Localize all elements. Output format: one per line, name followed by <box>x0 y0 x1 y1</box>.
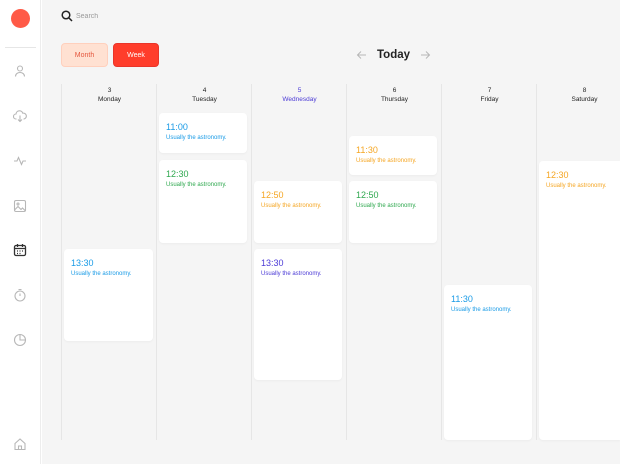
event-description: Usually the astronomy. <box>261 203 322 209</box>
week-view-button[interactable]: Week <box>113 43 159 67</box>
activity-icon[interactable] <box>13 154 27 168</box>
event-time: 11:30 <box>356 145 378 155</box>
today-button[interactable]: Today <box>377 49 410 61</box>
day-header: 7 Friday <box>442 87 537 105</box>
event-description: Usually the astronomy. <box>356 158 417 164</box>
app-logo[interactable] <box>11 9 30 28</box>
pie-chart-icon[interactable] <box>13 333 27 347</box>
event-card[interactable]: 12:30 Usually the astronomy. <box>539 161 620 440</box>
event-time: 12:50 <box>356 190 379 200</box>
day-name: Saturday <box>571 96 598 103</box>
day-header: 8 Saturday <box>537 87 620 105</box>
event-card[interactable]: 12:50 Usually the astronomy. <box>349 181 437 243</box>
day-name: Thursday <box>380 96 409 103</box>
date-navigation: Today <box>356 46 431 64</box>
day-number: 6 <box>392 87 397 94</box>
event-card[interactable]: 12:50 Usually the astronomy. <box>254 181 342 243</box>
sidebar-divider <box>5 47 36 48</box>
event-card[interactable]: 12:30 Usually the astronomy. <box>159 160 247 243</box>
image-icon[interactable] <box>13 199 27 213</box>
day-number: 5 <box>297 87 302 94</box>
day-number: 4 <box>202 87 207 94</box>
event-description: Usually the astronomy. <box>451 307 512 313</box>
day-name: Wednesday <box>282 96 317 103</box>
day-header-current: 5 Wednesday <box>252 87 347 105</box>
event-time: 12:30 <box>166 169 189 179</box>
week-grid: 3 Monday 4 Tuesday 5 Wednesday 6 Thursda… <box>61 84 620 440</box>
event-time: 13:30 <box>261 258 284 268</box>
event-description: Usually the astronomy. <box>261 271 322 277</box>
event-time: 12:50 <box>261 190 284 200</box>
event-time: 11:30 <box>451 294 473 304</box>
event-time: 11:00 <box>166 122 188 132</box>
event-card[interactable]: 11:30 Usually the astronomy. <box>444 285 532 440</box>
arrow-left-icon[interactable] <box>356 50 367 60</box>
user-icon[interactable] <box>13 64 27 78</box>
event-card[interactable]: 13:30 Usually the astronomy. <box>254 249 342 380</box>
calendar-icon[interactable] <box>13 243 27 257</box>
month-view-button[interactable]: Month <box>61 43 108 67</box>
event-time: 13:30 <box>71 258 94 268</box>
main-content: Month Week Today 3 Monday 4 Tuesday 5 We… <box>42 0 620 464</box>
day-name: Tuesday <box>192 96 217 103</box>
event-description: Usually the astronomy. <box>166 182 227 188</box>
event-description: Usually the astronomy. <box>546 183 607 189</box>
search-icon <box>61 10 73 22</box>
event-description: Usually the astronomy. <box>166 135 227 141</box>
event-time: 12:30 <box>546 170 569 180</box>
day-number: 3 <box>107 87 112 94</box>
sidebar <box>0 0 41 464</box>
cloud-download-icon[interactable] <box>13 109 27 123</box>
timer-icon[interactable] <box>13 288 27 302</box>
day-header: 4 Tuesday <box>157 87 252 105</box>
arrow-right-icon[interactable] <box>420 50 431 60</box>
event-card[interactable]: 11:00 Usually the astronomy. <box>159 113 247 153</box>
day-header: 3 Monday <box>62 87 157 105</box>
event-card[interactable]: 13:30 Usually the astronomy. <box>64 249 153 341</box>
day-header: 6 Thursday <box>347 87 442 105</box>
day-number: 8 <box>582 87 587 94</box>
day-name: Monday <box>97 96 122 103</box>
day-number: 7 <box>487 87 492 94</box>
home-icon[interactable] <box>13 437 27 451</box>
event-description: Usually the astronomy. <box>356 203 417 209</box>
search-input[interactable] <box>76 10 276 23</box>
event-description: Usually the astronomy. <box>71 271 132 277</box>
event-card[interactable]: 11:30 Usually the astronomy. <box>349 136 437 175</box>
day-name: Friday <box>480 96 499 103</box>
